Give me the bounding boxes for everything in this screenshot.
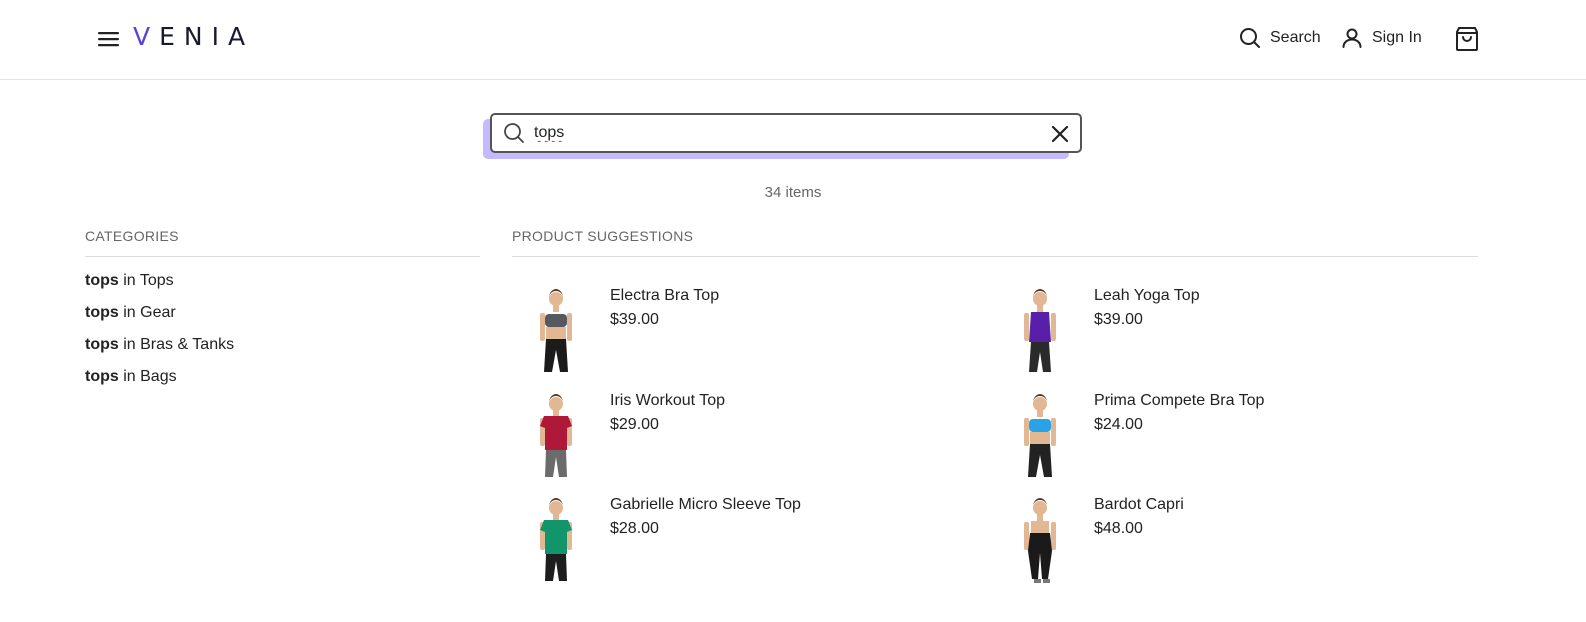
category-name: in Gear <box>118 304 176 321</box>
site-header: VENIA Search Sign In <box>0 0 1586 80</box>
product-suggestions-heading: PRODUCT SUGGESTIONS <box>512 228 694 244</box>
close-icon <box>1051 125 1069 143</box>
category-item-tops[interactable]: tops in Tops <box>85 270 234 302</box>
product-thumbnail <box>1010 391 1070 481</box>
category-item-bras-tanks[interactable]: tops in Bras & Tanks <box>85 334 234 366</box>
hamburger-menu-button[interactable] <box>94 24 124 54</box>
category-name: in Tops <box>118 272 174 289</box>
product-item[interactable]: Electra Bra Top $39.00 <box>526 286 966 381</box>
product-name: Electra Bra Top <box>610 287 720 304</box>
product-price: $29.00 <box>610 416 659 433</box>
product-price: $24.00 <box>1094 416 1143 433</box>
product-price: $39.00 <box>1094 311 1143 328</box>
header-search-button[interactable]: Search <box>1238 26 1321 50</box>
product-thumbnail <box>526 391 586 481</box>
product-figure <box>540 394 572 477</box>
logo-letters: ENIA <box>159 22 255 51</box>
product-thumbnail <box>526 286 586 376</box>
categories-divider <box>85 256 480 257</box>
search-bar <box>483 113 1082 159</box>
product-figure <box>1024 289 1056 372</box>
search-icon <box>502 121 526 145</box>
sign-in-button[interactable]: Sign In <box>1340 26 1422 50</box>
product-item[interactable]: Gabrielle Micro Sleeve Top $28.00 <box>526 495 966 590</box>
product-price: $28.00 <box>610 520 659 537</box>
logo-letter-v: V <box>133 22 160 51</box>
product-item[interactable]: Leah Yoga Top $39.00 <box>1010 286 1450 381</box>
category-item-bags[interactable]: tops in Bags <box>85 366 234 398</box>
product-figure <box>540 498 572 581</box>
category-list: tops in Tops tops in Gear tops in Bras &… <box>85 270 234 398</box>
category-term: tops <box>85 368 119 385</box>
category-term: tops <box>85 272 119 289</box>
categories-heading: CATEGORIES <box>85 228 179 244</box>
product-item[interactable]: Iris Workout Top $29.00 <box>526 391 966 486</box>
menu-icon <box>98 32 119 47</box>
search-icon <box>1240 28 1260 48</box>
product-figure <box>1024 498 1056 583</box>
shopping-bag-icon <box>1456 27 1478 51</box>
product-figure <box>1024 394 1056 477</box>
category-item-gear[interactable]: tops in Gear <box>85 302 234 334</box>
category-term: tops <box>85 336 119 353</box>
product-item[interactable]: Prima Compete Bra Top $24.00 <box>1010 391 1450 486</box>
search-box <box>490 113 1082 153</box>
result-count: 34 items <box>764 184 822 201</box>
product-name: Leah Yoga Top <box>1094 287 1200 304</box>
product-price: $48.00 <box>1094 520 1143 537</box>
product-name: Prima Compete Bra Top <box>1094 392 1265 409</box>
category-name: in Bras & Tanks <box>118 336 235 353</box>
product-name: Gabrielle Micro Sleeve Top <box>610 496 801 513</box>
cart-button[interactable] <box>1455 26 1479 57</box>
category-term: tops <box>85 304 119 321</box>
product-thumbnail <box>1010 495 1070 585</box>
product-thumbnail <box>526 495 586 585</box>
sign-in-label: Sign In <box>1372 29 1422 46</box>
search-label: Search <box>1270 29 1321 46</box>
user-icon <box>1342 28 1362 48</box>
clear-search-button[interactable] <box>1050 124 1070 144</box>
product-name: Bardot Capri <box>1094 496 1184 513</box>
search-input[interactable] <box>534 124 1034 142</box>
product-figure <box>540 289 572 372</box>
product-suggestions-divider <box>512 256 1478 257</box>
product-name: Iris Workout Top <box>610 392 726 409</box>
product-price: $39.00 <box>610 311 659 328</box>
product-thumbnail <box>1010 286 1070 376</box>
product-item[interactable]: Bardot Capri $48.00 <box>1010 495 1450 590</box>
venia-logo[interactable]: VENIA <box>133 22 254 51</box>
category-name: in Bags <box>118 368 177 385</box>
